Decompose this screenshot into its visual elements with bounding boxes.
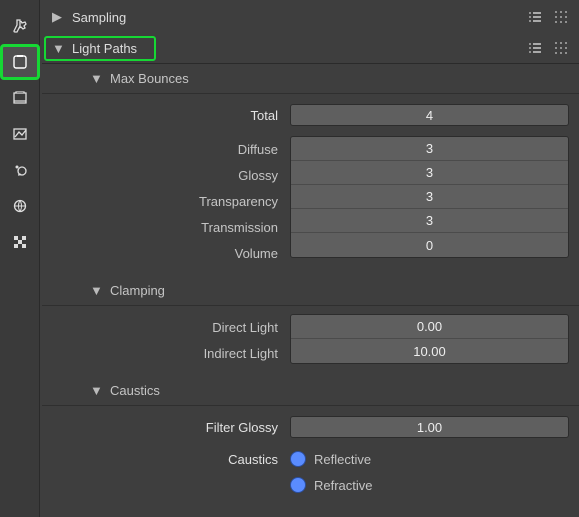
- panel-title: Sampling: [72, 10, 579, 25]
- checkbox-label: Reflective: [314, 452, 371, 467]
- value: 4: [426, 108, 433, 123]
- world-tab[interactable]: [0, 188, 40, 224]
- value: 1.00: [417, 420, 442, 435]
- label-glossy: Glossy: [52, 162, 290, 188]
- clamping-body: Direct Light Indirect Light 0.00 10.00: [42, 306, 579, 376]
- checkbox-label: Refractive: [314, 478, 373, 493]
- list-icon[interactable]: [527, 9, 543, 25]
- caustics-body: Filter Glossy 1.00 Caustics Reflective R…: [42, 406, 579, 508]
- label-direct-light: Direct Light: [52, 314, 290, 340]
- label-indirect-light: Indirect Light: [52, 340, 290, 366]
- grid-icon[interactable]: [553, 40, 569, 56]
- input-transparency-bounces[interactable]: 3: [291, 185, 568, 209]
- subpanel-title: Clamping: [110, 283, 165, 298]
- label-volume: Volume: [52, 240, 290, 266]
- view-layer-tab[interactable]: [0, 116, 40, 152]
- label-total: Total: [52, 108, 290, 123]
- label-diffuse: Diffuse: [52, 136, 290, 162]
- input-glossy-bounces[interactable]: 3: [291, 161, 568, 185]
- input-filter-glossy[interactable]: 1.00: [290, 416, 569, 438]
- properties-panel: ▶ Sampling ▼ Light Paths ▼: [40, 0, 579, 517]
- texture-tab[interactable]: [0, 224, 40, 260]
- chevron-down-icon: ▼: [90, 383, 102, 398]
- panel-light-paths[interactable]: ▼ Light Paths: [44, 36, 156, 61]
- input-total-bounces[interactable]: 4: [290, 104, 569, 126]
- input-direct-clamp[interactable]: 0.00: [291, 315, 568, 339]
- label-transparency: Transparency: [52, 188, 290, 214]
- label-filter-glossy: Filter Glossy: [52, 420, 290, 435]
- output-tab[interactable]: [0, 80, 40, 116]
- input-diffuse-bounces[interactable]: 3: [291, 137, 568, 161]
- input-transmission-bounces[interactable]: 3: [291, 209, 568, 233]
- render-tab[interactable]: [0, 44, 40, 80]
- chevron-down-icon: ▼: [90, 71, 102, 86]
- list-icon[interactable]: [527, 40, 543, 56]
- subpanel-caustics[interactable]: ▼ Caustics: [42, 376, 579, 406]
- label-transmission: Transmission: [52, 214, 290, 240]
- panel-row-light-paths: ▼ Light Paths: [42, 33, 579, 64]
- chevron-down-icon: ▼: [52, 41, 64, 56]
- bounces-group: 3 3 3 3 0: [290, 136, 569, 258]
- max-bounces-body: Total 4 Diffuse Glossy Transparency Tran…: [42, 94, 579, 276]
- subpanel-title: Max Bounces: [110, 71, 189, 86]
- label-caustics: Caustics: [52, 452, 290, 467]
- input-volume-bounces[interactable]: 0: [291, 233, 568, 257]
- panel-title: Light Paths: [72, 41, 154, 56]
- checkbox-icon: [290, 451, 306, 467]
- subpanel-max-bounces[interactable]: ▼ Max Bounces: [42, 64, 579, 94]
- chevron-down-icon: ▼: [90, 283, 102, 298]
- properties-tab-strip: [0, 0, 40, 517]
- subpanel-clamping[interactable]: ▼ Clamping: [42, 276, 579, 306]
- input-indirect-clamp[interactable]: 10.00: [291, 339, 568, 363]
- grid-icon[interactable]: [553, 9, 569, 25]
- scene-tab[interactable]: [0, 152, 40, 188]
- checkbox-refractive[interactable]: Refractive: [290, 472, 569, 498]
- chevron-right-icon: ▶: [52, 9, 64, 25]
- checkbox-icon: [290, 477, 306, 493]
- clamp-group: 0.00 10.00: [290, 314, 569, 364]
- tools-tab[interactable]: [0, 8, 40, 44]
- panel-row-sampling: ▶ Sampling: [42, 2, 579, 33]
- panel-sampling[interactable]: ▶ Sampling: [42, 2, 579, 33]
- subpanel-title: Caustics: [110, 383, 160, 398]
- checkbox-reflective[interactable]: Reflective: [290, 446, 569, 472]
